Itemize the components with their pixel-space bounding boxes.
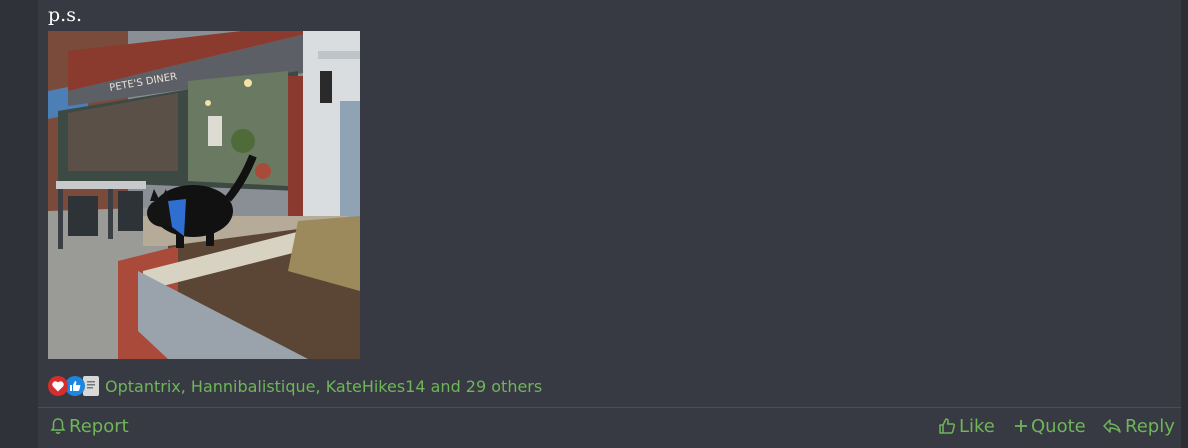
post-footer-divider — [38, 407, 1181, 408]
post-message: p.s. PETE'S DINER Optantrix, Hannibalist… — [38, 0, 1181, 448]
like-button[interactable]: Like — [938, 414, 995, 438]
doc-icon — [83, 376, 99, 396]
reply-label: Reply — [1125, 415, 1175, 437]
quote-button[interactable]: Quote — [1014, 414, 1086, 438]
post-body-text: p.s. — [48, 4, 82, 26]
reactions-bar[interactable]: Optantrix, Hannibalistique, KateHikes14 … — [48, 374, 542, 398]
heart-icon — [48, 376, 68, 396]
left-gutter — [0, 0, 38, 448]
like-icon — [65, 376, 85, 396]
plus-icon — [1015, 420, 1027, 432]
reply-button[interactable]: Reply — [1102, 414, 1175, 438]
reply-icon — [1103, 419, 1121, 433]
thumbs-up-icon — [939, 418, 956, 434]
report-button[interactable]: Report — [50, 414, 129, 438]
quote-label: Quote — [1031, 415, 1086, 437]
scrollbar-track[interactable] — [1181, 0, 1188, 448]
like-label: Like — [959, 415, 995, 437]
report-label: Report — [69, 415, 129, 437]
reaction-summary-link[interactable]: Optantrix, Hannibalistique, KateHikes14 … — [105, 377, 542, 396]
bell-icon — [50, 418, 66, 434]
thread-page: p.s. PETE'S DINER Optantrix, Hannibalist… — [0, 0, 1188, 448]
post-image[interactable]: PETE'S DINER — [48, 31, 360, 359]
